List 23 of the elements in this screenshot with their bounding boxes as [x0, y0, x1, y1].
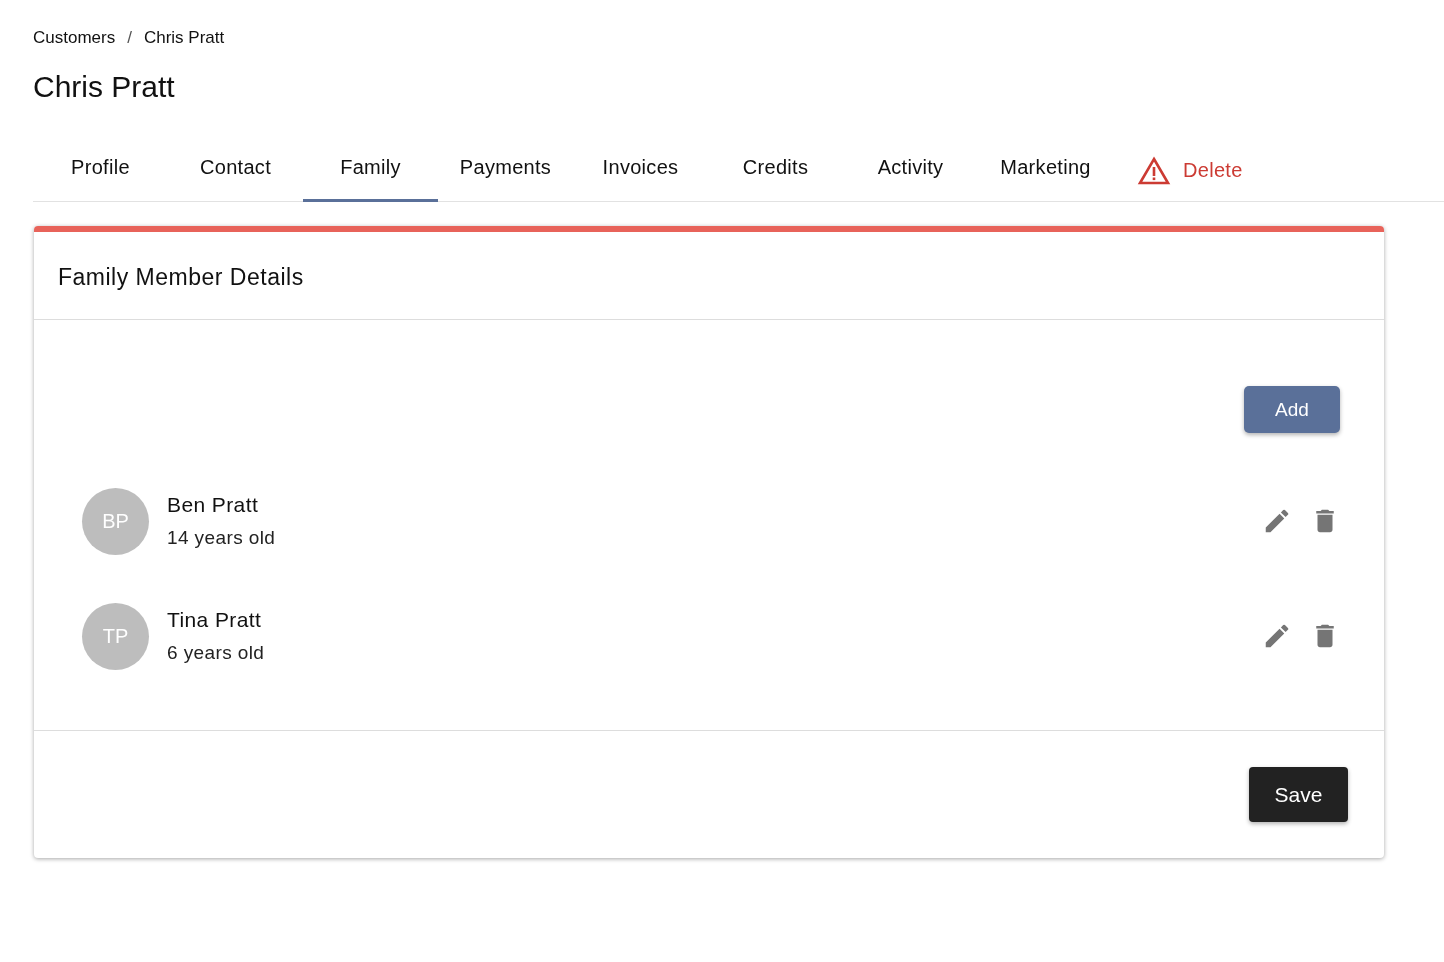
- tab[interactable]: Family: [303, 136, 438, 202]
- tab[interactable]: Marketing: [978, 136, 1113, 202]
- page-title: Chris Pratt: [33, 70, 176, 104]
- card-title: Family Member Details: [34, 232, 1384, 320]
- tab[interactable]: Payments: [438, 136, 573, 202]
- tab[interactable]: Contact: [168, 136, 303, 202]
- member-name: Ben Pratt: [167, 493, 260, 517]
- avatar: BP: [82, 487, 149, 555]
- tab[interactable]: Activity: [843, 136, 978, 202]
- avatar: TP: [82, 602, 149, 670]
- member-name: Tina Pratt: [167, 608, 263, 632]
- tab[interactable]: Invoices: [573, 136, 708, 202]
- delete-tab[interactable]: Delete: [1113, 136, 1261, 202]
- save-button[interactable]: Save: [1249, 767, 1348, 822]
- tab[interactable]: Profile: [33, 136, 168, 202]
- member-age: 14 years old: [167, 527, 277, 549]
- breadcrumb-separator: /: [127, 28, 132, 48]
- tab[interactable]: Credits: [708, 136, 843, 202]
- breadcrumb-link[interactable]: Chris Pratt: [143, 28, 225, 48]
- member-age: 6 years old: [167, 642, 266, 664]
- add-button[interactable]: Add: [1244, 386, 1340, 433]
- breadcrumb-link[interactable]: Customers: [33, 28, 116, 48]
- warning-icon: [1137, 155, 1171, 186]
